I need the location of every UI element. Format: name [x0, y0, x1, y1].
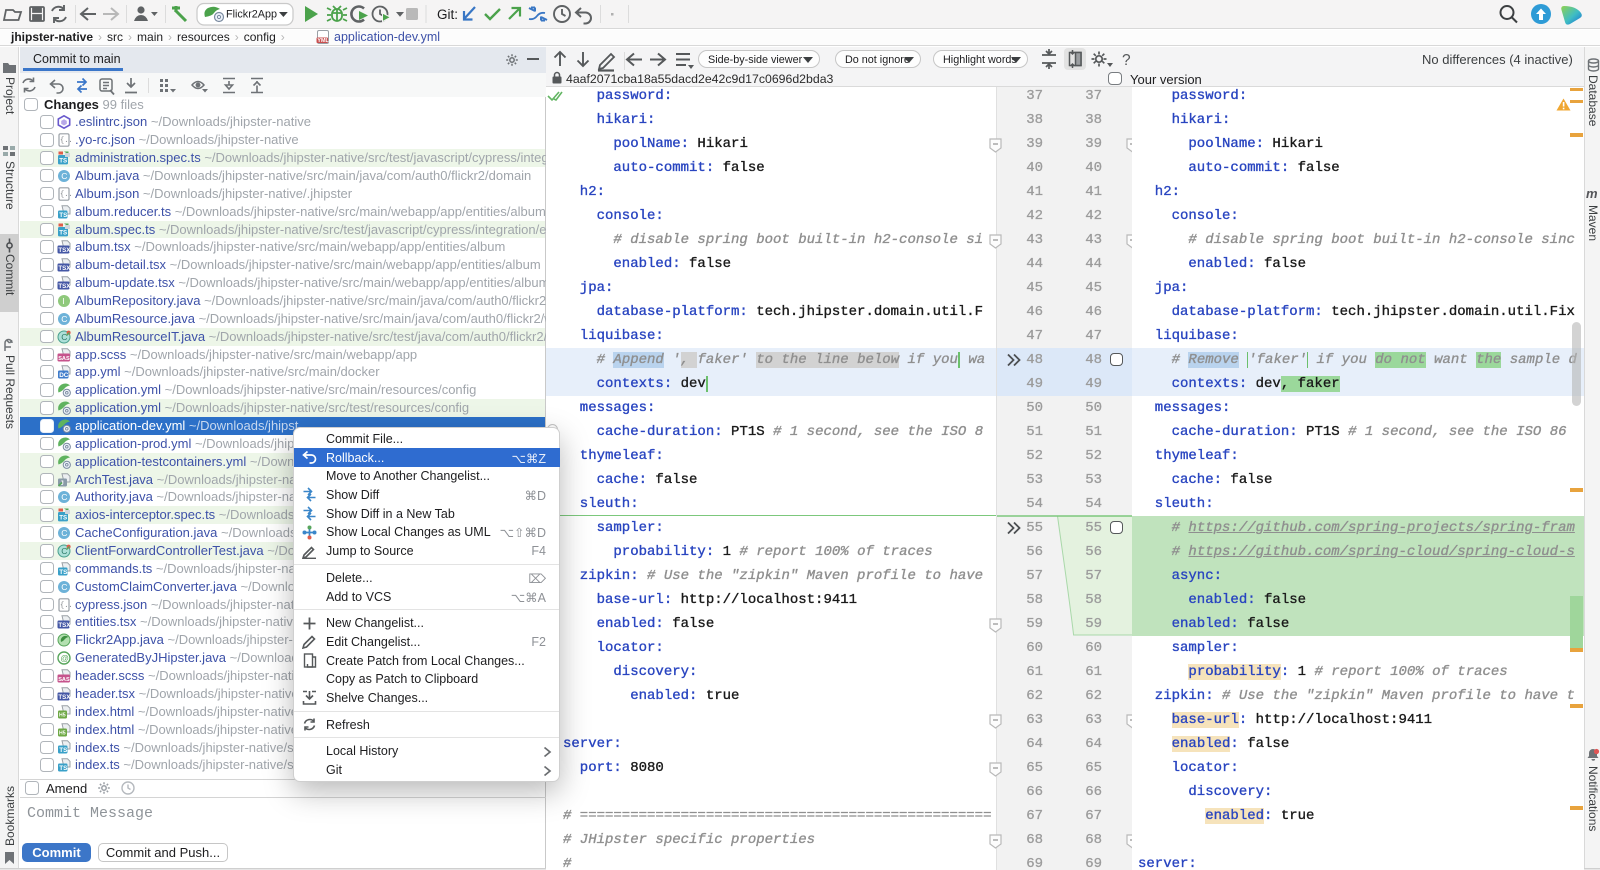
svg-text:TSX: TSX — [58, 283, 71, 290]
svg-text:TS: TS — [59, 765, 68, 772]
svg-text:{..}: {..} — [60, 602, 71, 610]
svg-text:TSX: TSX — [58, 622, 71, 629]
svg-text:Git:: Git: — [437, 7, 458, 22]
svg-text:C: C — [61, 493, 67, 503]
svg-text:H5: H5 — [59, 730, 66, 736]
svg-text:C: C — [61, 332, 67, 342]
svg-text:YML: YML — [317, 38, 329, 44]
svg-text:{..}: {..} — [60, 137, 71, 145]
svg-text:?: ? — [1122, 52, 1131, 69]
svg-text:TS: TS — [59, 158, 67, 165]
svg-text:C: C — [61, 582, 67, 592]
svg-text:C: C — [61, 528, 67, 538]
svg-text:TSX: TSX — [58, 247, 71, 254]
svg-text:I: I — [62, 296, 64, 306]
svg-text:H5: H5 — [59, 712, 66, 718]
svg-text:SASS: SASS — [58, 355, 71, 361]
svg-text:C: C — [61, 546, 67, 556]
svg-text:SASS: SASS — [58, 677, 71, 683]
svg-text:TSX: TSX — [58, 265, 71, 272]
svg-text:TS: TS — [59, 515, 67, 522]
svg-text:TS: TS — [59, 569, 68, 576]
svg-text:C: C — [61, 171, 67, 181]
svg-text:TS: TS — [59, 212, 68, 219]
svg-text:C: C — [61, 314, 67, 324]
svg-text:TS: TS — [59, 229, 67, 236]
svg-text:@: @ — [60, 653, 69, 663]
svg-text:{..}: {..} — [60, 191, 71, 199]
svg-text:DC: DC — [59, 372, 69, 379]
svg-text:TS: TS — [59, 747, 68, 754]
svg-text:TSX: TSX — [58, 694, 71, 701]
svg-text:Flickr2App: Flickr2App — [226, 9, 277, 21]
